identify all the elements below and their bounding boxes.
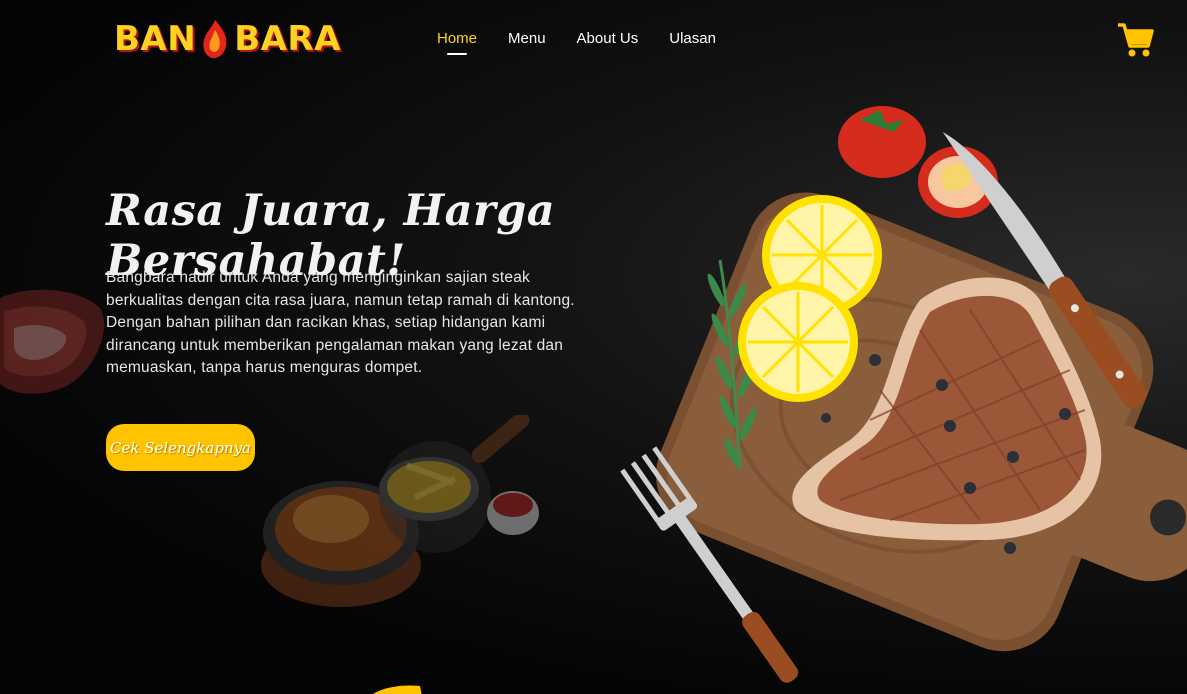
cek-selengkapnya-button[interactable]: Cek Selengkapnya — [106, 424, 255, 471]
logo-text-right: BARA — [234, 19, 341, 59]
steak-board-illustration — [620, 106, 1187, 683]
cart-icon[interactable] — [1116, 22, 1154, 58]
main-nav: Home Menu About Us Ulasan — [437, 30, 716, 55]
landing-page: BAN BARA Home Menu About Us Ulasan Rasa … — [0, 0, 1187, 694]
nav-item-home[interactable]: Home — [437, 30, 477, 55]
nav-item-menu[interactable]: Menu — [508, 30, 546, 47]
sizzling-plate-illustration — [261, 415, 539, 607]
chili-flame-icon — [203, 20, 227, 59]
nav-item-ulasan[interactable]: Ulasan — [669, 30, 716, 47]
nav-item-about-us[interactable]: About Us — [577, 30, 639, 47]
decorative-shape — [372, 685, 422, 694]
hero-description: Bangbara hadir untuk Anda yang mengingin… — [106, 269, 575, 376]
brand-logo[interactable]: BAN BARA — [114, 14, 341, 64]
raw-steak-illustration — [0, 289, 105, 394]
logo-text-left: BAN — [114, 19, 197, 59]
